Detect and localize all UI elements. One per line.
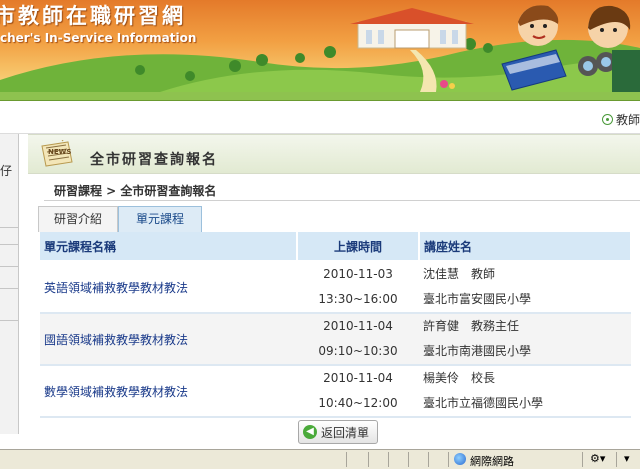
course-link[interactable]: 數學領域補救教學教材教法 xyxy=(44,385,188,399)
col-time: 上課時間 xyxy=(297,232,420,262)
course-link[interactable]: 英語領域補救教學教材教法 xyxy=(44,281,188,295)
course-cell: 國語領域補救教學教材教法 xyxy=(40,313,297,366)
col-course-name: 單元課程名稱 xyxy=(40,232,298,262)
lecturer-school: 臺北市南港國民小學 xyxy=(423,344,532,358)
time-cell: 2010-11-04 10:40~12:00 xyxy=(297,365,419,418)
section-title: 全市研習查詢報名 xyxy=(90,152,218,168)
circle-bullet-icon xyxy=(601,114,613,125)
sidebar-divider xyxy=(0,288,18,289)
table-row: 國語領域補救教學教材教法 2010-11-04 09:10~10:30 許育健 教… xyxy=(40,313,631,366)
breadcrumb: 研習課程 > 全市研習查詢報名 xyxy=(54,184,217,198)
banner-strip xyxy=(0,92,640,101)
breadcrumb-divider xyxy=(44,200,640,201)
course-cell: 數學領域補救教學教材教法 xyxy=(40,365,297,418)
status-separator xyxy=(428,452,429,467)
sidebar-divider xyxy=(0,266,18,267)
lecturer-name: 沈佳慧 教師 xyxy=(423,267,496,281)
course-link[interactable]: 國語領域補救教學教材教法 xyxy=(44,333,188,347)
time-cell: 2010-11-04 09:10~10:30 xyxy=(297,313,419,366)
news-icon: NEWS xyxy=(41,140,73,167)
sidebar-divider xyxy=(0,227,18,228)
table-row: 數學領域補救教學教材教法 2010-11-04 10:40~12:00 楊美伶 校… xyxy=(40,365,631,418)
zoom-dropdown[interactable]: ▾ xyxy=(624,452,630,465)
lecturer-school: 臺北市立福德國民小學 xyxy=(423,396,544,410)
browser-status-bar: 網際網路 ⚙▾ ▾ xyxy=(0,449,640,469)
tab-units[interactable]: 單元課程 xyxy=(118,206,202,232)
site-subtitle: cher's In-Service Information xyxy=(0,31,197,45)
table-header-row: 單元課程名稱 上課時間 講座姓名 xyxy=(40,232,632,262)
back-button-label: 返回清單 xyxy=(321,425,370,440)
sidebar-divider xyxy=(0,244,18,245)
top-toolbar: 教師 xyxy=(0,101,640,134)
teacher-link-label: 教師 xyxy=(615,113,640,127)
lecturer-cell: 沈佳慧 教師臺北市富安國民小學 xyxy=(419,261,631,314)
course-table: 單元課程名稱 上課時間 講座姓名 英語領域補救教學教材教法 2010-11-03… xyxy=(40,232,632,418)
status-separator xyxy=(616,452,617,467)
status-separator xyxy=(388,452,389,467)
course-date: 2010-11-04 xyxy=(323,319,393,333)
status-separator xyxy=(346,452,347,467)
security-zone: 網際網路 xyxy=(470,455,514,468)
course-time: 10:40~12:00 xyxy=(318,396,398,410)
time-cell: 2010-11-03 13:30~16:00 xyxy=(297,261,419,314)
sidebar-divider xyxy=(0,320,18,321)
course-date: 2010-11-03 xyxy=(323,267,393,281)
tab-intro[interactable]: 研習介紹 xyxy=(38,206,118,232)
course-time: 13:30~16:00 xyxy=(318,292,398,306)
status-separator xyxy=(368,452,369,467)
course-date: 2010-11-04 xyxy=(323,371,393,385)
col-lecturer: 講座姓名 xyxy=(419,232,632,262)
lecturer-name: 楊美伶 校長 xyxy=(423,371,496,385)
back-to-list-button[interactable]: ◀ 返回清單 xyxy=(298,420,379,444)
section-header: NEWS 全市研習查詢報名 xyxy=(28,134,640,174)
teacher-link[interactable]: 教師 xyxy=(601,111,640,128)
site-banner: 市教師在職研習網 cher's In-Service Information xyxy=(0,0,640,92)
status-separator xyxy=(448,452,449,467)
back-arrow-icon: ◀ xyxy=(303,425,317,439)
course-time: 09:10~10:30 xyxy=(318,344,398,358)
table-row: 英語領域補救教學教材教法 2010-11-03 13:30~16:00 沈佳慧 教… xyxy=(40,261,631,314)
tools-icon[interactable]: ⚙▾ xyxy=(590,452,605,465)
lecturer-school: 臺北市富安國民小學 xyxy=(423,292,532,306)
status-separator xyxy=(582,452,583,467)
main-content: NEWS 全市研習查詢報名 研習課程 > 全市研習查詢報名 研習介紹 單元課程 … xyxy=(28,134,640,444)
left-sidebar xyxy=(0,134,19,434)
site-title: 市教師在職研習網 xyxy=(0,3,186,28)
status-separator xyxy=(408,452,409,467)
lecturer-cell: 許育健 教務主任 臺北市南港國民小學 xyxy=(419,313,631,366)
lecturer-name: 許育健 教務主任 xyxy=(423,319,520,333)
lecturer-cell: 楊美伶 校長臺北市立福德國民小學 xyxy=(419,365,631,418)
svg-text:NEWS: NEWS xyxy=(48,148,71,156)
course-cell: 英語領域補救教學教材教法 xyxy=(40,261,297,314)
globe-icon xyxy=(454,453,466,465)
sidebar-text: 仔 xyxy=(0,164,13,178)
